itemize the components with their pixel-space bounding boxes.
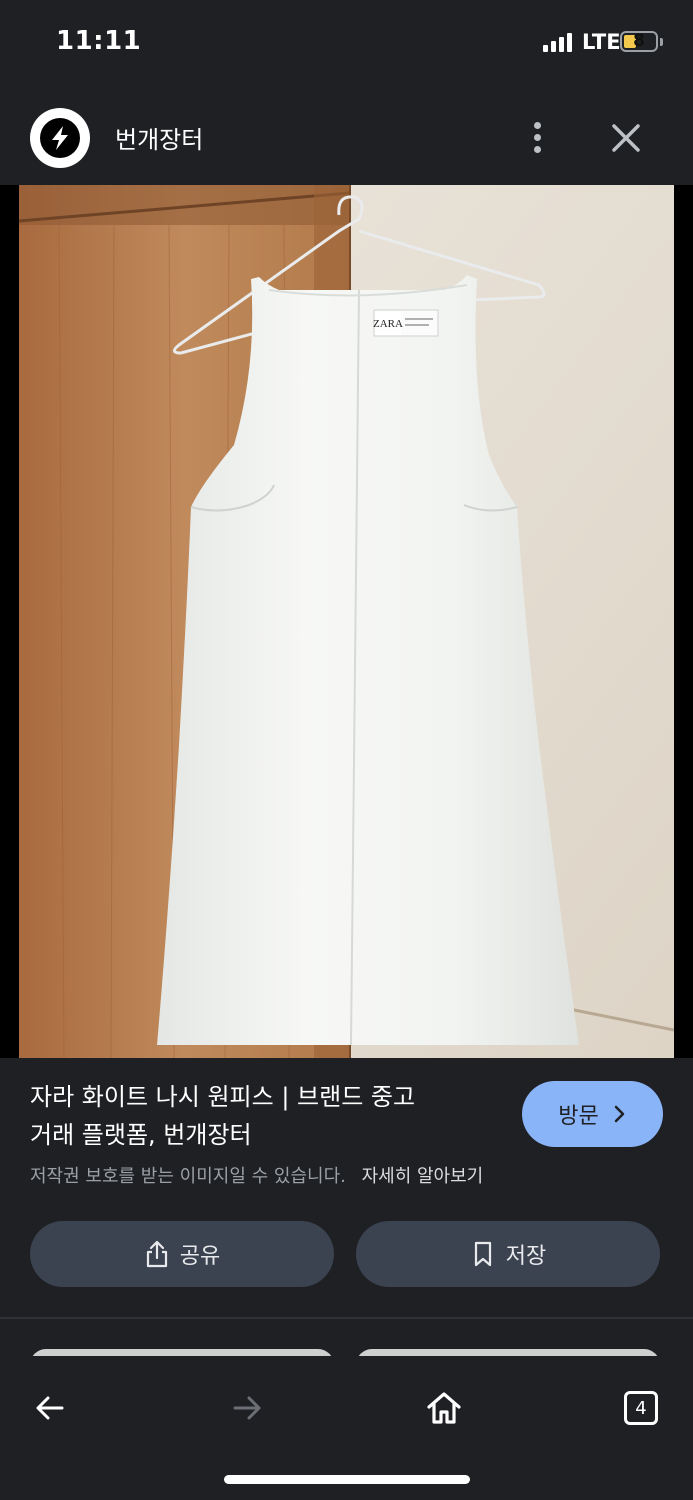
image-scrim-right <box>674 185 693 1058</box>
tabs-button[interactable]: 4 <box>611 1378 671 1438</box>
tab-count: 4 <box>624 1391 658 1425</box>
learn-more-link[interactable]: 자세히 알아보기 <box>362 1166 484 1187</box>
close-icon[interactable] <box>606 118 646 158</box>
more-vert-icon[interactable] <box>522 118 552 158</box>
related-images <box>0 1319 693 1359</box>
visit-button[interactable]: 방문 <box>522 1081 663 1147</box>
result-title[interactable]: 자라 화이트 나시 원피스 | 브랜드 중고 거래 플랫폼, 번개장터 <box>30 1078 490 1154</box>
copyright-notice: 저작권 보호를 받는 이미지일 수 있습니다. 자세히 알아보기 <box>30 1162 483 1188</box>
battery-level: 8 <box>633 31 645 51</box>
save-button[interactable]: 저장 <box>356 1221 660 1287</box>
image-info-panel: 자라 화이트 나시 원피스 | 브랜드 중고 거래 플랫폼, 번개장터 방문 저… <box>0 1058 693 1318</box>
site-logo[interactable] <box>30 108 90 168</box>
bookmark-icon <box>474 1241 491 1267</box>
visit-label: 방문 <box>558 1104 599 1129</box>
dress-tag-text: ZARA <box>373 318 403 330</box>
site-name[interactable]: 번개장터 <box>115 120 203 155</box>
forward-button[interactable] <box>217 1378 277 1438</box>
result-title-line2: 거래 플랫폼, 번개장터 <box>30 1121 252 1149</box>
status-bar: 11:11 LTE 8 <box>0 0 693 90</box>
chevron-right-icon <box>614 1105 624 1123</box>
battery-icon: 8 <box>620 31 658 52</box>
home-indicator <box>224 1475 470 1484</box>
dress-photo: ZARA <box>19 185 674 1058</box>
network-type: LTE <box>582 30 621 54</box>
result-title-line1: 자라 화이트 나시 원피스 | 브랜드 중고 <box>30 1083 416 1111</box>
lightning-bolt-icon <box>52 126 68 150</box>
product-image[interactable]: ZARA <box>19 185 674 1058</box>
arrow-left-icon <box>36 1396 64 1420</box>
share-button[interactable]: 공유 <box>30 1221 334 1287</box>
signal-icon <box>543 32 572 52</box>
back-button[interactable] <box>20 1378 80 1438</box>
image-scrim-left <box>0 185 19 1058</box>
home-button[interactable] <box>414 1378 474 1438</box>
arrow-right-icon <box>233 1396 261 1420</box>
copyright-text: 저작권 보호를 받는 이미지일 수 있습니다. <box>30 1166 346 1187</box>
source-header: 번개장터 <box>0 90 693 185</box>
save-label: 저장 <box>505 1244 547 1269</box>
share-label: 공유 <box>179 1244 221 1269</box>
battery-cap <box>660 38 663 46</box>
share-icon <box>146 1240 167 1268</box>
status-time: 11:11 <box>56 26 142 56</box>
home-icon <box>427 1392 461 1424</box>
